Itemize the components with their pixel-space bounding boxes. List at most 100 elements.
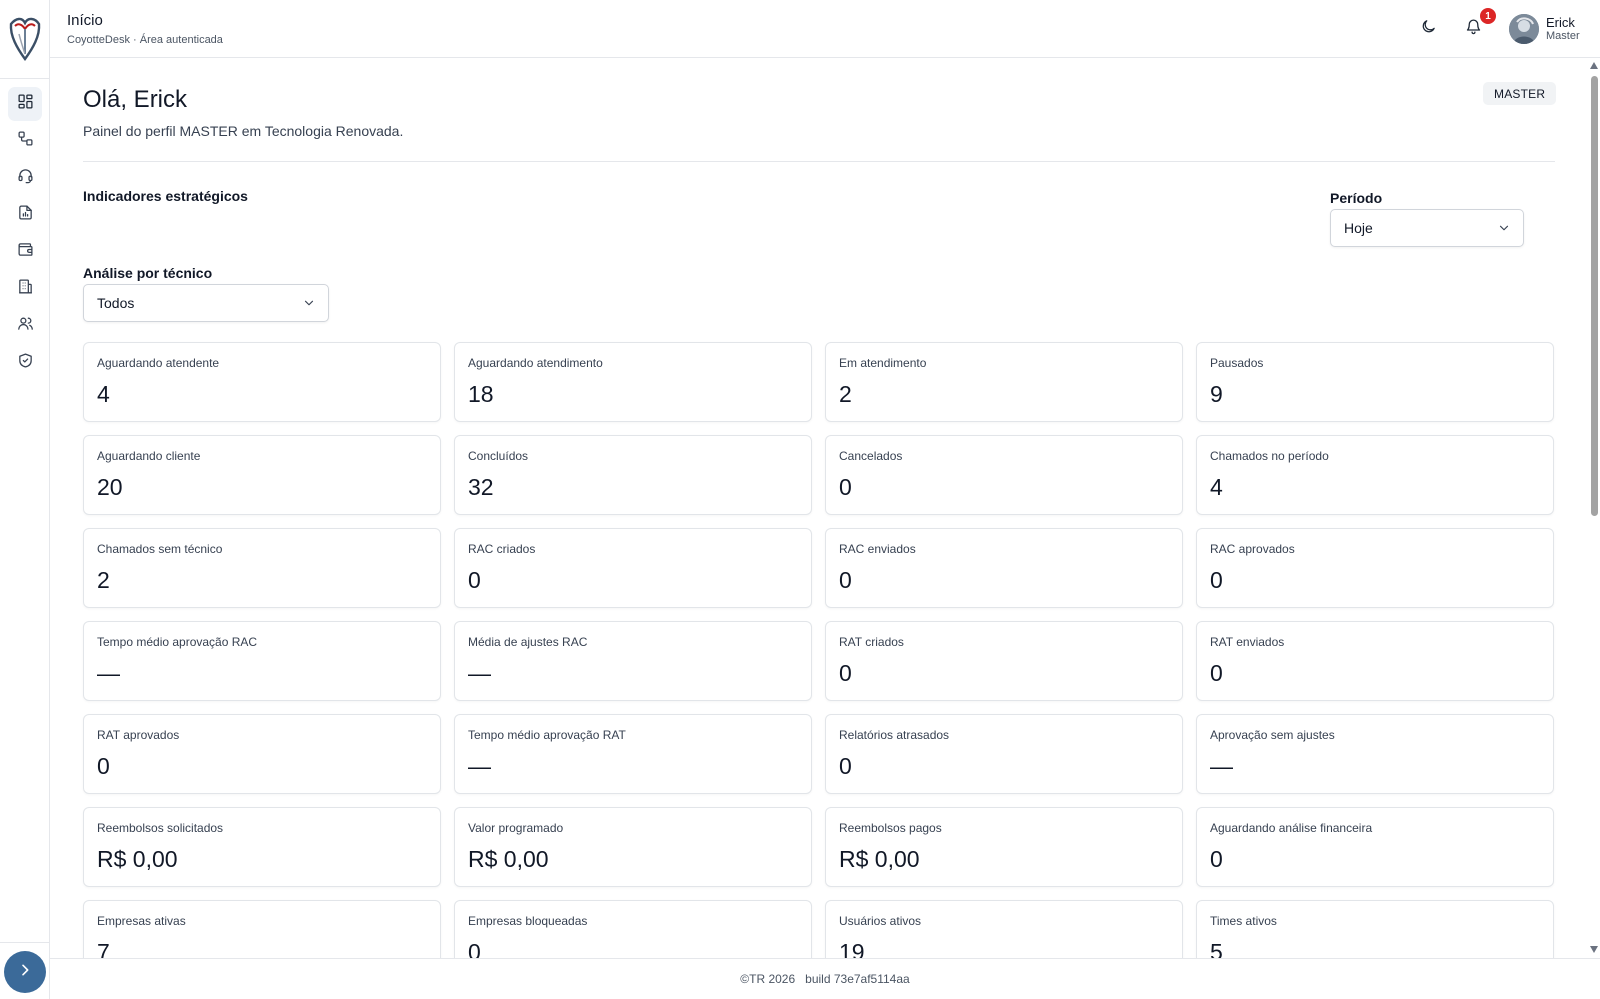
indicator-label: Média de ajustes RAC: [468, 635, 588, 649]
indicator-value: 20: [97, 474, 123, 500]
indicator-card: RAC criados 0: [454, 528, 812, 608]
indicator-label: Aguardando atendimento: [468, 356, 603, 370]
indicator-value: 2: [839, 381, 852, 407]
indicator-value: 18: [468, 381, 494, 407]
indicator-card: Aguardando cliente 20: [83, 435, 441, 515]
indicator-label: Empresas ativas: [97, 914, 186, 928]
chevron-right-icon: [17, 962, 33, 983]
top-header: Início CoyotteDesk · Área autenticada 1 …: [50, 0, 1600, 58]
period-label: Período: [1330, 190, 1383, 206]
indicator-label: Em atendimento: [839, 356, 927, 370]
notification-badge: 1: [1480, 8, 1496, 24]
indicator-value: 9: [1210, 381, 1223, 407]
indicator-label: Empresas bloqueadas: [468, 914, 588, 928]
shield-icon: [17, 352, 34, 374]
indicator-value: 32: [468, 474, 494, 500]
user-name: Erick: [1546, 15, 1575, 30]
moon-icon: [1420, 18, 1437, 40]
indicator-value: 0: [468, 567, 481, 593]
indicator-card: Concluídos 32: [454, 435, 812, 515]
indicator-value: R$ 0,00: [97, 846, 178, 872]
indicator-value: 2: [97, 567, 110, 593]
indicator-value: R$ 0,00: [839, 846, 920, 872]
indicator-value: R$ 0,00: [468, 846, 549, 872]
sidebar: [0, 0, 50, 999]
indicator-value: 7: [97, 939, 110, 958]
indicator-card: RAT aprovados 0: [83, 714, 441, 794]
indicator-card: Empresas ativas 7: [83, 900, 441, 958]
indicator-card: Aguardando atendente 4: [83, 342, 441, 422]
indicator-label: Times ativos: [1210, 914, 1277, 928]
wallet-icon: [17, 241, 34, 263]
indicator-value: 0: [839, 567, 852, 593]
indicator-card: Tempo médio aprovação RAC —: [83, 621, 441, 701]
indicator-value: 5: [1210, 939, 1223, 958]
indicator-label: RAT aprovados: [97, 728, 180, 742]
period-select-value: Hoje: [1344, 220, 1373, 236]
indicator-label: Reembolsos solicitados: [97, 821, 224, 835]
indicator-label: RAC aprovados: [1210, 542, 1295, 556]
indicator-card: Aguardando atendimento 18: [454, 342, 812, 422]
indicator-value: 0: [1210, 846, 1223, 872]
coyotte-logo[interactable]: [8, 14, 42, 62]
indicator-label: Aguardando cliente: [97, 449, 201, 463]
notifications-button[interactable]: [1462, 18, 1484, 40]
indicator-card: Reembolsos pagos R$ 0,00: [825, 807, 1183, 887]
footer-copyright: ©TR 2026: [740, 972, 796, 986]
sidebar-item-companies[interactable]: [8, 272, 42, 306]
indicator-label: RAC criados: [468, 542, 536, 556]
indicator-card: Pausados 9: [1196, 342, 1554, 422]
indicator-card: RAC enviados 0: [825, 528, 1183, 608]
indicator-value: 0: [468, 939, 481, 958]
indicator-label: RAC enviados: [839, 542, 916, 556]
indicator-card: Cancelados 0: [825, 435, 1183, 515]
page-scrollbar[interactable]: [1589, 58, 1600, 958]
scroll-up-arrow[interactable]: [1590, 62, 1598, 69]
indicator-card: Chamados no período 4: [1196, 435, 1554, 515]
users-icon: [17, 315, 34, 337]
dashboard-icon: [17, 93, 34, 115]
bell-icon: [1465, 18, 1482, 40]
sidebar-divider: [0, 78, 49, 79]
technician-select-value: Todos: [97, 295, 135, 311]
indicator-label: Pausados: [1210, 356, 1264, 370]
indicator-value: 19: [839, 939, 865, 958]
indicator-card: Em atendimento 2: [825, 342, 1183, 422]
indicator-card: Valor programado R$ 0,00: [454, 807, 812, 887]
period-select[interactable]: Hoje: [1330, 209, 1524, 247]
sidebar-item-users[interactable]: [8, 309, 42, 343]
indicator-value: 0: [839, 474, 852, 500]
indicator-value: 0: [839, 660, 852, 686]
footer-build: build 73e7af5114aa: [805, 972, 910, 986]
headset-icon: [17, 167, 34, 189]
indicator-card: Chamados sem técnico 2: [83, 528, 441, 608]
indicator-card: RAT enviados 0: [1196, 621, 1554, 701]
footer: ©TR 2026 build 73e7af5114aa: [50, 958, 1600, 999]
indicator-label: RAT criados: [839, 635, 904, 649]
scrollbar-thumb[interactable]: [1591, 76, 1598, 516]
sidebar-item-security[interactable]: [8, 346, 42, 380]
user-role: Master: [1546, 30, 1580, 42]
indicator-label: Chamados no período: [1210, 449, 1329, 463]
expand-sidebar-button[interactable]: [4, 951, 46, 993]
indicator-value: 0: [1210, 567, 1223, 593]
sidebar-item-finance[interactable]: [8, 235, 42, 269]
indicator-label: Chamados sem técnico: [97, 542, 223, 556]
scroll-down-arrow[interactable]: [1590, 946, 1598, 953]
indicator-value: 0: [839, 753, 852, 779]
technician-select[interactable]: Todos: [83, 284, 329, 322]
sidebar-item-dashboard[interactable]: [8, 87, 42, 121]
role-badge: MASTER: [1483, 82, 1557, 105]
indicator-card: Média de ajustes RAC —: [454, 621, 812, 701]
sidebar-item-support[interactable]: [8, 161, 42, 195]
indicator-card: Usuários ativos 19: [825, 900, 1183, 958]
page-title: Início: [67, 12, 103, 29]
theme-toggle-button[interactable]: [1417, 18, 1439, 40]
avatar[interactable]: [1509, 14, 1539, 44]
sidebar-item-workflow[interactable]: [8, 124, 42, 158]
indicator-value: 0: [97, 753, 110, 779]
section-title: Indicadores estratégicos: [83, 188, 248, 204]
indicator-card: Tempo médio aprovação RAT —: [454, 714, 812, 794]
sidebar-item-reports[interactable]: [8, 198, 42, 232]
indicator-label: Valor programado: [468, 821, 564, 835]
